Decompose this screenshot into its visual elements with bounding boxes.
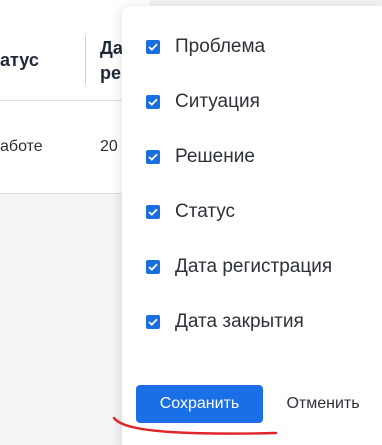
checkbox-checked-icon[interactable] <box>146 95 160 109</box>
option-status[interactable]: Статус <box>146 199 235 225</box>
option-label: Проблема <box>175 36 266 57</box>
column-header-status[interactable]: атус <box>0 48 39 73</box>
cell-status: аботе <box>0 138 43 155</box>
column-settings-popup: Проблема Ситуация Решение Статус Дата ре <box>122 6 382 445</box>
save-button[interactable]: Сохранить <box>136 385 263 423</box>
option-closing-date[interactable]: Дата закрытия <box>146 309 304 335</box>
option-solution[interactable]: Решение <box>146 144 255 170</box>
checkbox-checked-icon[interactable] <box>146 150 160 164</box>
screen: атус Да ре аботе 20 Проблема Ситуация Ре… <box>0 0 382 445</box>
checkbox-checked-icon[interactable] <box>146 40 160 54</box>
cancel-button[interactable]: Отменить <box>276 385 370 423</box>
checkbox-checked-icon[interactable] <box>146 205 160 219</box>
option-registration-date[interactable]: Дата регистрация <box>146 254 332 280</box>
column-header-date-line-1: Да <box>100 38 123 58</box>
option-label: Ситуация <box>175 91 260 112</box>
option-situation[interactable]: Ситуация <box>146 89 260 115</box>
checkbox-checked-icon[interactable] <box>146 260 160 274</box>
option-label: Дата закрытия <box>175 311 304 332</box>
option-label: Решение <box>175 146 255 167</box>
option-problem[interactable]: Проблема <box>146 34 265 60</box>
checkbox-checked-icon[interactable] <box>146 315 160 329</box>
option-label: Дата регистрация <box>175 256 333 277</box>
column-divider[interactable] <box>85 35 86 85</box>
column-header-date-line-2: ре <box>100 63 122 83</box>
cell-registration-date: 20 <box>100 138 118 155</box>
option-label: Статус <box>175 201 236 222</box>
column-header-registration-date[interactable]: Да ре <box>100 36 123 86</box>
